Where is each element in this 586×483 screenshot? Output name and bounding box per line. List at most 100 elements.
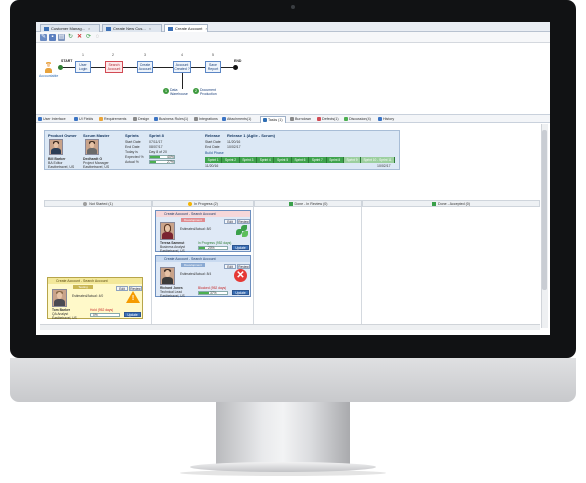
close-icon[interactable]: × — [205, 26, 207, 31]
form-icon — [106, 26, 111, 31]
step-number: 3 — [144, 53, 146, 57]
sprint-name: Sprint 8 — [149, 133, 164, 138]
connector — [63, 67, 75, 68]
close-icon[interactable]: × — [149, 26, 151, 31]
workflow-step-save-report[interactable]: Save Report — [205, 61, 221, 73]
progress-fill — [150, 161, 157, 163]
progress-fill — [199, 292, 210, 294]
tab-burndown[interactable]: Burndown — [290, 116, 311, 123]
release-end-date: 10/02/17 — [227, 145, 241, 149]
tab-user-interface[interactable]: User Interface — [38, 116, 66, 123]
monitor-stand-base — [190, 462, 376, 472]
release-sprint-segment[interactable]: Sprint 1 — [205, 157, 223, 163]
branch-number: 2 — [193, 88, 199, 94]
card-progress: 20% — [208, 246, 215, 250]
task-card[interactable]: Create Account - Search Account Developm… — [155, 255, 251, 298]
assignee-avatar — [52, 289, 67, 307]
tab-attachments[interactable]: Attachments(1) — [222, 116, 251, 123]
workflow-step-create-account[interactable]: Create Account — [137, 61, 153, 73]
defects-icon — [317, 117, 321, 122]
fields-icon — [74, 117, 78, 122]
card-title[interactable]: Create Account - Search Account — [156, 256, 250, 262]
tab-integrations[interactable]: Integrations — [194, 116, 218, 123]
release-sprint-segment[interactable]: Sprint 3 — [239, 157, 258, 163]
tab-customer-management[interactable]: Customer Manag... × — [40, 24, 100, 32]
leaf-icon — [236, 225, 248, 237]
label: Expected % — [125, 155, 144, 159]
release-sprint-segment[interactable]: Sprint 7 — [309, 157, 327, 163]
assignee-avatar — [160, 222, 175, 240]
tab-business-rules[interactable]: Business Rules(1) — [154, 116, 188, 123]
release-title: Release — [205, 133, 221, 138]
release-sprint-segment[interactable]: Sprint 10 - Sprint 11 — [361, 157, 395, 163]
release-sprint-segment[interactable]: Sprint 8 — [326, 157, 344, 163]
app-screen: Customer Manag... × Create New Cus... × Cr… — [36, 22, 550, 335]
release-strip-start: 11/20/16 — [205, 164, 219, 168]
tab-defects[interactable]: Defects(1) — [317, 116, 339, 123]
column-header-done-accepted: Done - Accepted (0) — [362, 200, 540, 207]
card-status: Hold (952 days) — [90, 308, 114, 312]
review-button[interactable]: Review — [237, 219, 250, 224]
release-sprint-segment[interactable]: Sprint 5 — [274, 157, 292, 163]
card-progress: 37% — [210, 291, 217, 295]
step-number: 4 — [181, 53, 183, 57]
tab-create-new-customer[interactable]: Create New Cus... × — [102, 24, 162, 32]
scrum-master-avatar — [85, 139, 99, 155]
monitor-stand-neck — [216, 402, 350, 464]
delete-icon[interactable]: ✕ — [76, 34, 83, 41]
close-icon[interactable]: × — [88, 26, 90, 31]
help-icon[interactable]: ◌ — [94, 34, 101, 41]
branch-data-warehouse[interactable]: Data Warehouse — [170, 88, 188, 96]
card-progress: 0% — [93, 313, 98, 317]
workflow-step-account-created[interactable]: Account Created ? — [173, 61, 191, 73]
horizontal-scrollbar[interactable] — [40, 324, 540, 330]
update-button[interactable]: Update — [124, 312, 141, 317]
task-card[interactable]: Create Account - Search Account Developm… — [155, 210, 251, 253]
branch-document-production[interactable]: Document Production — [200, 88, 222, 96]
product-owner-place: Eastbetravel, US — [48, 165, 75, 169]
tab-create-account[interactable]: Create Account × — [164, 24, 208, 32]
scrollbar-thumb[interactable] — [542, 130, 547, 290]
connector — [153, 67, 173, 68]
product-owner-avatar — [49, 139, 63, 155]
release-phase: Build Phase — [205, 151, 224, 155]
workflow-diagram: Accountable START 1 User Login 2 Search … — [36, 43, 550, 114]
assignee-place: Eastbetravel, US — [52, 316, 77, 320]
edit-icon[interactable]: ✎ — [40, 34, 47, 41]
card-status: In Progress (952 days) — [198, 241, 232, 245]
save-icon[interactable]: ▪ — [49, 34, 56, 41]
release-sprint-segment[interactable]: Sprint 4 — [257, 157, 275, 163]
print-icon[interactable]: ▤ — [58, 34, 65, 41]
release-sprint-segment[interactable]: Sprint 2 — [222, 157, 240, 163]
release-sprint-segment[interactable]: Sprint 6 — [291, 157, 310, 163]
form-icon — [44, 26, 49, 31]
connector — [91, 67, 105, 68]
refresh-icon[interactable]: ↻ — [67, 34, 74, 41]
card-title[interactable]: Create Account - Search Account — [48, 278, 142, 284]
release-strip-end: 10/02/17 — [377, 164, 391, 168]
sprint-end-date: 08/07/17 — [149, 145, 163, 149]
edit-button[interactable]: Edit — [224, 219, 236, 224]
release-sprint-segment[interactable]: Sprint 9 — [343, 157, 362, 163]
tab-requirements[interactable]: Requirements — [99, 116, 126, 123]
tab-tasks[interactable]: Tasks (1) — [260, 116, 286, 123]
sprint-day: Day 8 of 20 — [149, 150, 167, 154]
tab-history[interactable]: History — [378, 116, 394, 123]
update-button[interactable]: Update — [232, 290, 249, 295]
tab-discussion[interactable]: Discussion(4) — [344, 116, 371, 123]
product-owner-title: Product Owner — [48, 133, 77, 138]
rules-icon — [154, 117, 158, 122]
workflow-icon[interactable]: ⟳ — [85, 34, 92, 41]
edit-button[interactable]: Edit — [224, 264, 236, 269]
task-card[interactable]: Create Account - Search Account Testing … — [47, 277, 143, 320]
workflow-step-search-account[interactable]: Search Account — [105, 61, 123, 73]
end-label: END — [234, 59, 242, 63]
tab-ui-fields[interactable]: UI Fields — [74, 116, 93, 123]
blocked-icon: ✕ — [234, 269, 247, 282]
label: Actual % — [125, 160, 139, 164]
update-button[interactable]: Update — [232, 245, 249, 250]
requirements-icon — [99, 117, 103, 122]
card-title[interactable]: Create Account - Search Account — [156, 211, 250, 217]
tab-design[interactable]: Design — [133, 116, 149, 123]
workflow-step-user-login[interactable]: User Login — [75, 61, 91, 73]
